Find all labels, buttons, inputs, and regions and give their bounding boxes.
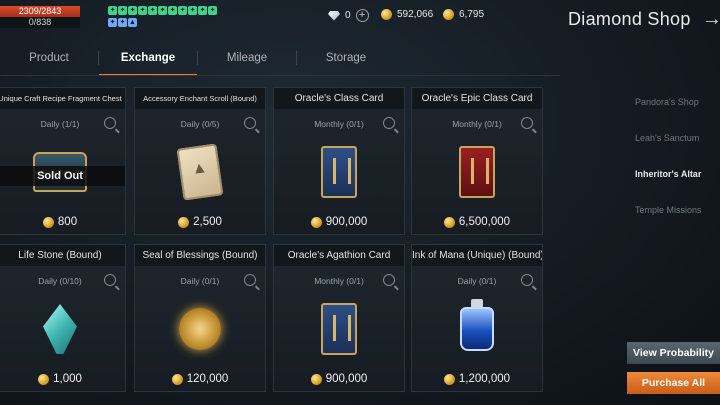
seal-icon (170, 297, 230, 361)
hp-mp-bar: 2309/2843 0/838 (0, 6, 80, 28)
purchase-all-button[interactable]: Purchase All (627, 372, 720, 394)
item-name: Seal of Blessings (Bound) (135, 245, 265, 266)
tab-product[interactable]: Product (0, 44, 98, 76)
zoom-icon[interactable] (244, 117, 256, 129)
add-diamonds-button[interactable]: + (355, 9, 369, 22)
shop-item-card[interactable]: Seal of Blessings (Bound) Daily (0/1) 12… (134, 244, 266, 392)
coin-icon (443, 216, 455, 228)
diamond-icon (328, 10, 340, 21)
buff-icon: ✦ (128, 6, 137, 15)
tab-mileage[interactable]: Mileage (198, 44, 296, 76)
shop-item-card[interactable]: Oracle's Agathion Card Monthly (0/1) 900… (273, 244, 405, 392)
buff-icon: ▲ (128, 17, 137, 27)
price-value: 800 (57, 216, 78, 228)
coin-icon (381, 9, 392, 20)
tab-underline (0, 75, 560, 76)
class-card-icon (309, 140, 369, 204)
buff-icon: ✦ (108, 17, 117, 27)
buff-icon: ✦ (188, 6, 197, 15)
coin-icon (310, 216, 322, 228)
item-name: Ink of Mana (Unique) (Bound) (412, 245, 542, 266)
item-price: 2,500 (135, 216, 265, 228)
side-menu-inheritors-altar[interactable]: Inheritor's Altar (635, 169, 701, 179)
buff-icon: ✦ (208, 6, 217, 15)
item-name: Oracle's Epic Class Card (412, 88, 542, 109)
price-value: 1,000 (53, 373, 82, 385)
item-name: Life Stone (Bound) (0, 245, 125, 266)
buff-icon: ✦ (138, 6, 147, 15)
coin-icon (42, 216, 54, 228)
item-price: 120,000 (135, 373, 265, 385)
item-price: 800 (0, 216, 125, 228)
ink-icon (447, 297, 507, 361)
zoom-icon[interactable] (521, 117, 533, 129)
side-menu-pandoras-shop[interactable]: Pandora's Shop (635, 97, 699, 107)
buff-icon: ✦ (108, 6, 117, 15)
shop-item-card[interactable]: Ink of Mana (Unique) (Bound) Daily (0/1)… (411, 244, 543, 392)
item-price: 6,500,000 (412, 216, 542, 228)
mp-value: 0/838 (0, 17, 80, 28)
side-menu-leahs-sanctum[interactable]: Leah's Sanctum (635, 133, 699, 143)
shop-tabs: Product Exchange Mileage Storage (0, 44, 400, 76)
agathion-card-icon (309, 297, 369, 361)
diamond-currency: 0 + (328, 9, 369, 22)
zoom-icon[interactable] (521, 274, 533, 286)
gold-amount-2: 6,795 (459, 9, 485, 20)
price-value: 900,000 (325, 373, 368, 385)
zoom-icon[interactable] (383, 117, 395, 129)
item-price: 900,000 (274, 216, 404, 228)
tab-storage[interactable]: Storage (297, 44, 395, 76)
epic-class-card-icon (447, 140, 507, 204)
item-price: 900,000 (274, 373, 404, 385)
price-value: 120,000 (186, 373, 229, 385)
zoom-icon[interactable] (383, 274, 395, 286)
hp-value: 2309/2843 (0, 6, 80, 17)
buff-icon: ✦ (168, 6, 177, 15)
item-name: Accessory Enchant Scroll (Bound) (135, 88, 265, 109)
buff-icon: ✦ (118, 17, 127, 27)
buff-icon: ✦ (118, 6, 127, 15)
coin-icon (443, 373, 455, 385)
tab-exchange[interactable]: Exchange (99, 44, 197, 76)
gold-amount-1: 592,066 (397, 9, 434, 20)
life-stone-icon (30, 297, 90, 361)
coin-icon (38, 373, 50, 385)
side-menu-temple-missions[interactable]: Temple Missions (635, 205, 702, 215)
scroll-icon (170, 140, 230, 204)
coin-icon (310, 373, 322, 385)
buff-icons: ✦ ✦ ✦ ✦ ✦ ✦ ✦ ✦ ✦ ✦ ✦ ✦ ✦ ▲ (108, 6, 218, 28)
buff-icon: ✦ (178, 6, 187, 15)
zoom-icon[interactable] (104, 274, 116, 286)
shop-item-card[interactable]: Oracle's Class Card Monthly (0/1) 900,00… (273, 87, 405, 235)
item-name: Unique Craft Recipe Fragment Chest (0, 88, 125, 109)
diamond-amount: 0 (345, 10, 351, 21)
shop-item-card[interactable]: Oracle's Epic Class Card Monthly (0/1) 6… (411, 87, 543, 235)
price-value: 900,000 (325, 216, 368, 228)
shop-item-card[interactable]: Life Stone (Bound) Daily (0/10) 1,000 (0, 244, 126, 392)
sold-out-label: Sold Out (0, 166, 125, 186)
buff-icon: ✦ (158, 6, 167, 15)
item-price: 1,000 (0, 373, 125, 385)
zoom-icon[interactable] (104, 117, 116, 129)
coin-icon (178, 216, 190, 228)
gold-currency-1: 592,066 (381, 9, 433, 20)
page-title: Diamond Shop (568, 9, 691, 29)
buff-icon: ✦ (198, 6, 207, 15)
item-price: 1,200,000 (412, 373, 542, 385)
shop-item-card[interactable]: Accessory Enchant Scroll (Bound) Daily (… (134, 87, 266, 235)
item-name: Oracle's Class Card (274, 88, 404, 109)
coin-icon (171, 373, 183, 385)
back-arrow-icon[interactable]: → (702, 8, 720, 31)
buff-icon: ✦ (148, 6, 157, 15)
price-value: 2,500 (193, 216, 222, 228)
view-probability-button[interactable]: View Probability (627, 342, 720, 364)
price-value: 1,200,000 (458, 373, 511, 385)
price-value: 6,500,000 (458, 216, 511, 228)
zoom-icon[interactable] (244, 274, 256, 286)
coin-icon (443, 9, 454, 20)
shop-item-card[interactable]: Unique Craft Recipe Fragment Chest Daily… (0, 87, 126, 235)
gold-currency-2: 6,795 (443, 9, 484, 20)
item-name: Oracle's Agathion Card (274, 245, 404, 266)
